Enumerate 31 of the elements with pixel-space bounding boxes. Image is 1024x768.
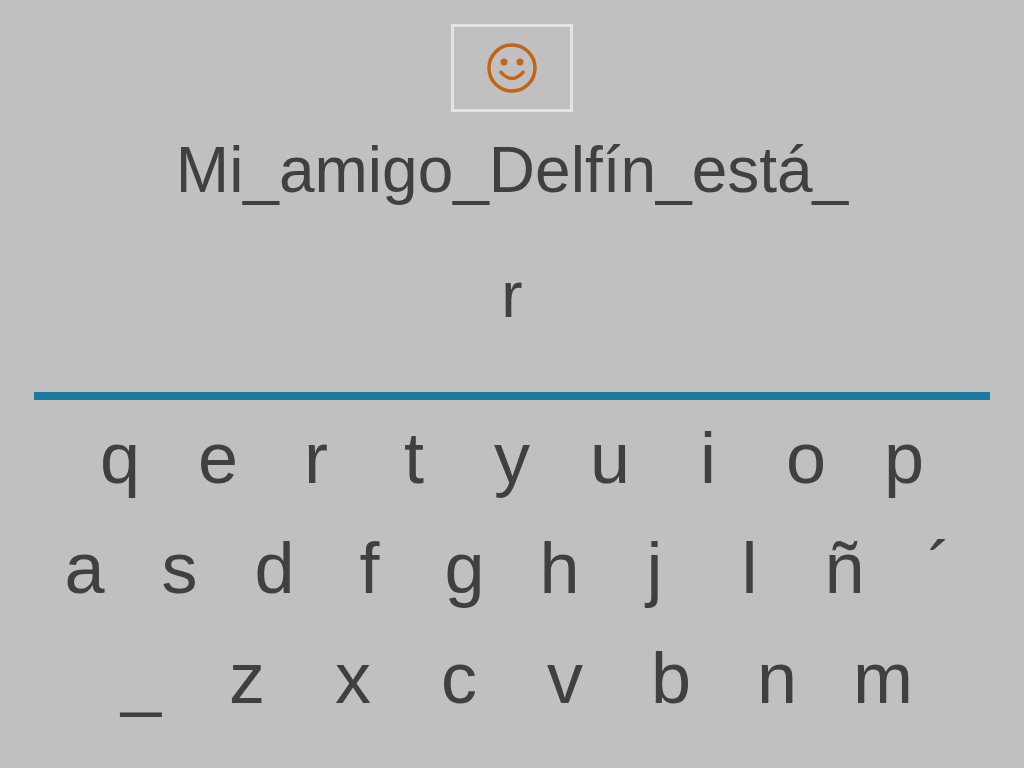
- letter-key[interactable]: r: [267, 420, 365, 496]
- sentence-prompt: Mi_amigo_Delfín_está_: [175, 133, 849, 208]
- letter-key[interactable]: m: [830, 640, 936, 716]
- answer-text: r: [501, 258, 523, 333]
- letter-key[interactable]: _: [88, 640, 194, 716]
- letter-key[interactable]: j: [607, 530, 702, 606]
- letter-key[interactable]: h: [512, 530, 607, 606]
- letter-key[interactable]: g: [417, 530, 512, 606]
- letter-key[interactable]: o: [757, 420, 855, 496]
- letter-key[interactable]: x: [300, 640, 406, 716]
- letter-key[interactable]: b: [618, 640, 724, 716]
- letter-key[interactable]: s: [132, 530, 227, 606]
- letter-key[interactable]: i: [659, 420, 757, 496]
- letter-key[interactable]: c: [406, 640, 512, 716]
- letter-key[interactable]: n: [724, 640, 830, 716]
- letter-key[interactable]: ´: [892, 530, 987, 606]
- letter-key[interactable]: l: [702, 530, 797, 606]
- letter-key[interactable]: z: [194, 640, 300, 716]
- letter-key[interactable]: d: [227, 530, 322, 606]
- letter-key[interactable]: f: [322, 530, 417, 606]
- letter-key[interactable]: y: [463, 420, 561, 496]
- letter-key[interactable]: q: [71, 420, 169, 496]
- smiley-button[interactable]: [451, 24, 573, 112]
- smiley-icon: [486, 42, 538, 94]
- letter-key[interactable]: u: [561, 420, 659, 496]
- letter-key[interactable]: t: [365, 420, 463, 496]
- letter-key[interactable]: e: [169, 420, 267, 496]
- letter-key[interactable]: p: [855, 420, 953, 496]
- letter-key[interactable]: ñ: [797, 530, 892, 606]
- letter-key[interactable]: v: [512, 640, 618, 716]
- letter-key[interactable]: a: [37, 530, 132, 606]
